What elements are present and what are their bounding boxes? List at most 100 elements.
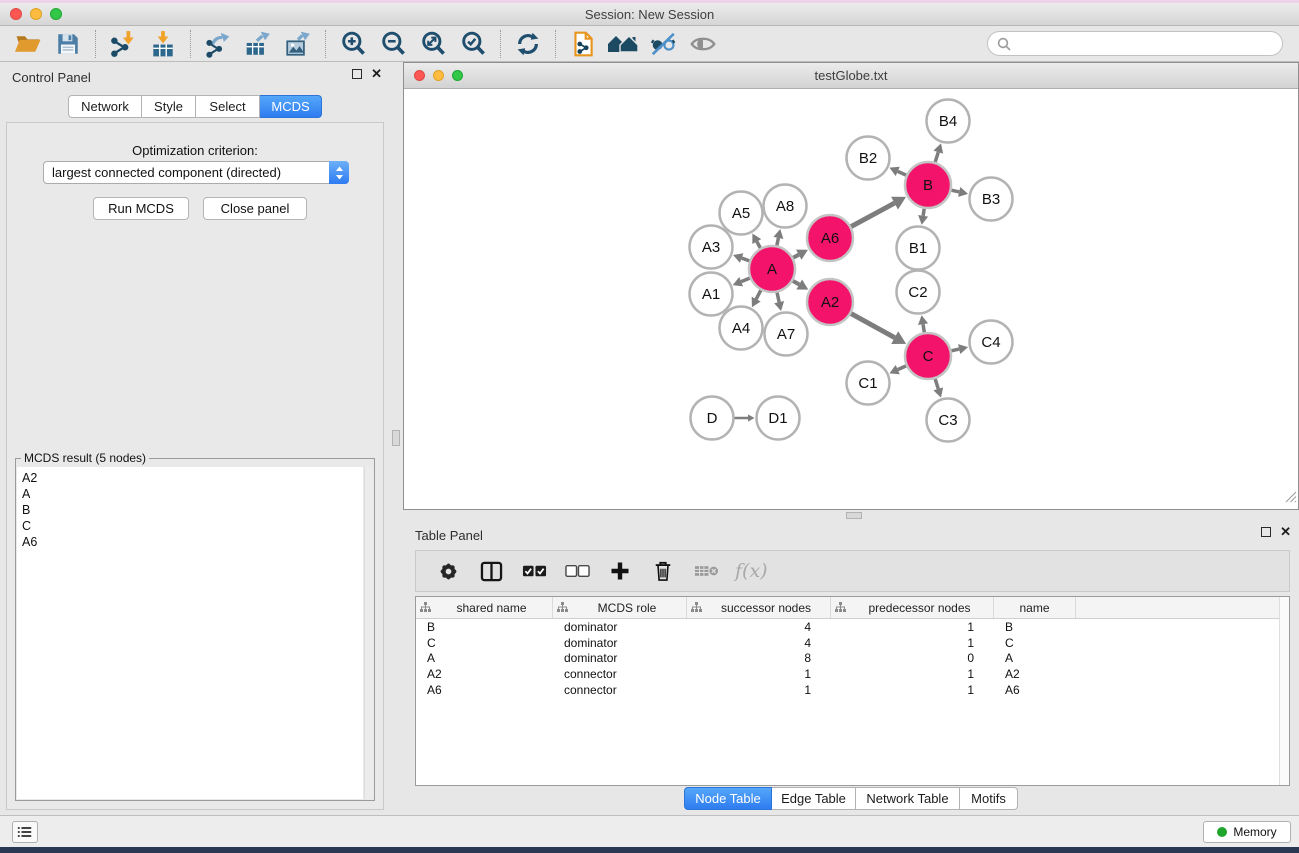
graph-edge[interactable] [851, 314, 906, 344]
zoom-out-icon[interactable] [373, 28, 413, 60]
column-header[interactable]: predecessor nodes [831, 597, 994, 618]
run-mcds-button[interactable]: Run MCDS [93, 197, 189, 220]
graph-node-C[interactable]: C [905, 333, 951, 379]
table-cell[interactable]: 0 [831, 651, 994, 665]
show-column-icon[interactable] [473, 554, 509, 588]
delete-table-icon[interactable] [688, 554, 724, 588]
tab-mcds[interactable]: MCDS [260, 95, 322, 118]
close-panel-icon[interactable]: ✕ [1280, 527, 1291, 537]
tab-motifs[interactable]: Motifs [960, 787, 1018, 810]
table-row[interactable]: A6connector11A6 [416, 682, 1279, 698]
table-cell[interactable]: A6 [994, 683, 1076, 697]
mcds-result-list[interactable]: A2ABCA6 [17, 467, 363, 799]
graph-edge[interactable] [735, 414, 755, 421]
table-row[interactable]: Cdominator41C [416, 635, 1279, 651]
table-cell[interactable]: 1 [687, 667, 831, 681]
graph-node-B[interactable]: B [905, 162, 951, 208]
hide-annotations-icon[interactable] [643, 28, 683, 60]
column-header[interactable]: name [994, 597, 1076, 618]
graph-node-A3[interactable]: A3 [690, 226, 733, 269]
table-cell[interactable]: A [994, 651, 1076, 665]
table-cell[interactable]: 1 [831, 683, 994, 697]
result-item[interactable]: B [22, 502, 363, 518]
table-cell[interactable]: C [994, 636, 1076, 650]
graph-edge[interactable] [752, 290, 761, 307]
graph-edge[interactable] [918, 315, 928, 332]
table-cell[interactable]: 4 [687, 620, 831, 634]
export-network-icon[interactable] [198, 28, 238, 60]
table-cell[interactable]: A [416, 651, 553, 665]
function-builder-icon[interactable]: f(x) [735, 560, 768, 582]
table-row[interactable]: A2connector11A2 [416, 666, 1279, 682]
tab-network-table[interactable]: Network Table [856, 787, 960, 810]
open-session-icon[interactable] [8, 28, 48, 60]
save-session-icon[interactable] [48, 28, 88, 60]
criterion-dropdown[interactable]: largest connected component (directed) [43, 161, 349, 184]
table-cell[interactable]: A2 [994, 667, 1076, 681]
zoom-selected-icon[interactable] [453, 28, 493, 60]
table-cell[interactable]: 1 [831, 620, 994, 634]
table-cell[interactable]: dominator [553, 620, 687, 634]
graph-node-C4[interactable]: C4 [970, 321, 1013, 364]
show-graphics-details-icon[interactable] [683, 28, 723, 60]
graph-edge[interactable] [851, 197, 906, 227]
graph-edge[interactable] [773, 229, 783, 245]
table-cell[interactable]: dominator [553, 636, 687, 650]
graph-node-A4[interactable]: A4 [720, 307, 763, 350]
graph-node-C2[interactable]: C2 [897, 271, 940, 314]
table-cell[interactable]: dominator [553, 651, 687, 665]
task-history-button[interactable] [12, 821, 38, 843]
graph-node-A7[interactable]: A7 [765, 313, 808, 356]
memory-button[interactable]: Memory [1203, 821, 1291, 843]
graph-node-B1[interactable]: B1 [897, 227, 940, 270]
graph-edge[interactable] [889, 167, 906, 176]
select-all-columns-icon[interactable] [516, 554, 552, 588]
close-panel-button[interactable]: Close panel [203, 197, 307, 220]
tab-node-table[interactable]: Node Table [684, 787, 772, 810]
table-scrollbar[interactable] [1279, 597, 1289, 785]
tab-network[interactable]: Network [68, 95, 142, 118]
network-graph[interactable]: B4B2BB3B1A5A8A6A3AA1A2A4A7C2CC1C4C3DD1 [404, 89, 1298, 509]
graph-node-A2[interactable]: A2 [807, 279, 853, 325]
table-row[interactable]: Bdominator41B [416, 619, 1279, 635]
search-input[interactable] [1016, 34, 1282, 54]
table-cell[interactable]: B [994, 620, 1076, 634]
home-icon[interactable] [603, 28, 643, 60]
table-row[interactable]: Adominator80A [416, 650, 1279, 666]
graph-edge[interactable] [774, 292, 784, 311]
result-item[interactable]: A [22, 486, 363, 502]
table-cell[interactable]: 1 [831, 636, 994, 650]
float-panel-icon[interactable] [1261, 527, 1271, 537]
divider-handle[interactable] [392, 430, 400, 446]
graph-edge[interactable] [889, 365, 906, 374]
result-scrollbar[interactable] [364, 467, 373, 799]
table-cell[interactable]: 1 [831, 667, 994, 681]
close-panel-icon[interactable]: ✕ [371, 69, 382, 79]
graph-edge[interactable] [733, 253, 749, 263]
column-header[interactable]: successor nodes [687, 597, 831, 618]
vertical-split-divider[interactable] [390, 62, 403, 815]
deselect-all-columns-icon[interactable] [559, 554, 595, 588]
graph-node-B3[interactable]: B3 [970, 178, 1013, 221]
graph-node-B4[interactable]: B4 [927, 100, 970, 143]
column-header[interactable]: MCDS role [553, 597, 687, 618]
search-field[interactable] [987, 31, 1283, 56]
graph-edge[interactable] [733, 277, 750, 286]
result-item[interactable]: A6 [22, 534, 363, 550]
zoom-fit-icon[interactable] [413, 28, 453, 60]
result-item[interactable]: A2 [22, 470, 363, 486]
graph-node-A6[interactable]: A6 [807, 215, 853, 261]
result-item[interactable]: C [22, 518, 363, 534]
graph-edge[interactable] [951, 344, 968, 354]
graph-node-A5[interactable]: A5 [720, 192, 763, 235]
table-cell[interactable]: 1 [687, 683, 831, 697]
export-table-icon[interactable] [238, 28, 278, 60]
table-cell[interactable]: A2 [416, 667, 553, 681]
export-image-icon[interactable] [278, 28, 318, 60]
network-canvas[interactable]: B4B2BB3B1A5A8A6A3AA1A2A4A7C2CC1C4C3DD1 [404, 89, 1298, 509]
graph-node-A[interactable]: A [749, 246, 795, 292]
network-from-file-icon[interactable] [563, 28, 603, 60]
tab-select[interactable]: Select [196, 95, 260, 118]
graph-node-B2[interactable]: B2 [847, 137, 890, 180]
table-settings-icon[interactable] [430, 554, 466, 588]
